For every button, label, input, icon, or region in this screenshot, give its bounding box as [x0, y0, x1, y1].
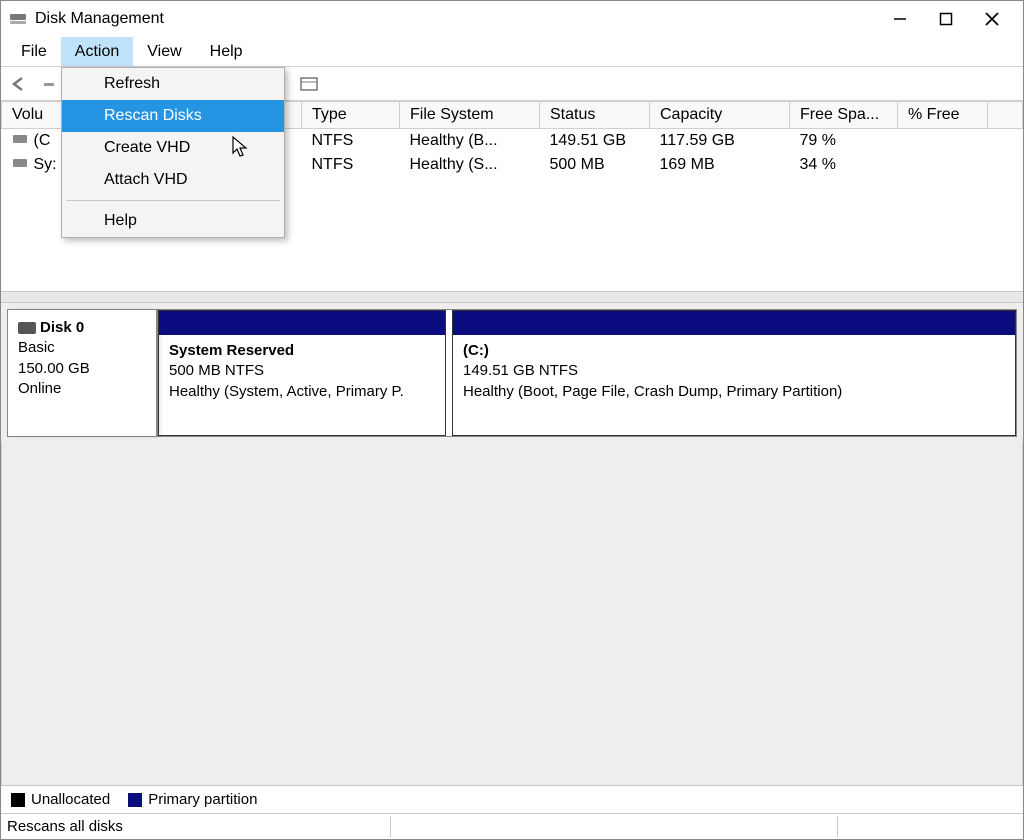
menu-item-create-vhd[interactable]: Create VHD	[62, 132, 284, 164]
volume-icon	[12, 156, 28, 174]
menu-item-rescan-disks[interactable]: Rescan Disks	[62, 100, 284, 132]
statusbar-segment	[390, 816, 570, 837]
disk-kind: Basic	[18, 338, 146, 358]
menu-view[interactable]: View	[133, 37, 195, 66]
cell-volume: Sy:	[34, 156, 57, 174]
disk-icon	[18, 322, 36, 334]
swatch-primary	[128, 793, 142, 807]
statusbar-text: Rescans all disks	[7, 818, 123, 835]
col-end[interactable]	[988, 102, 1023, 129]
cell-capacity: 149.51 GB	[540, 129, 650, 154]
app-icon	[9, 10, 27, 28]
col-fs[interactable]: File System	[400, 102, 540, 129]
menu-item-attach-vhd[interactable]: Attach VHD	[62, 164, 284, 196]
col-capacity[interactable]: Capacity	[650, 102, 790, 129]
minimize-icon	[893, 12, 907, 26]
cell-pfree: 79 %	[790, 129, 898, 154]
legend-unallocated-label: Unallocated	[31, 791, 110, 808]
disk-state: Online	[18, 379, 146, 399]
partition-title: (C:)	[463, 341, 1005, 361]
menu-item-refresh[interactable]: Refresh	[62, 68, 284, 100]
menu-item-help[interactable]: Help	[62, 205, 284, 237]
partition-status: Healthy (System, Active, Primary P.	[169, 382, 435, 402]
menu-file[interactable]: File	[7, 37, 61, 66]
maximize-button[interactable]	[923, 4, 969, 34]
minimize-button[interactable]	[877, 4, 923, 34]
window-title: Disk Management	[35, 10, 164, 28]
cell-pfree: 34 %	[790, 153, 898, 177]
partition-size: 149.51 GB NTFS	[463, 361, 1005, 381]
disk-size: 150.00 GB	[18, 359, 146, 379]
pane-splitter[interactable]	[1, 291, 1023, 303]
cell-fs: NTFS	[302, 129, 400, 154]
menu-separator	[66, 200, 280, 201]
partition-c[interactable]: (C:) 149.51 GB NTFS Healthy (Boot, Page …	[452, 310, 1016, 436]
partition-title: System Reserved	[169, 341, 435, 361]
disk-graphical-pane: Disk 0 Basic 150.00 GB Online System Res…	[1, 303, 1023, 785]
cell-volume: (C	[34, 132, 51, 150]
maximize-icon	[939, 12, 953, 26]
cell-status: Healthy (B...	[400, 129, 540, 154]
statusbar-segment	[837, 816, 1017, 837]
properties-button[interactable]	[299, 74, 319, 94]
disk-name: Disk 0	[40, 319, 84, 336]
close-button[interactable]	[969, 4, 1015, 34]
cell-free: 117.59 GB	[650, 129, 790, 154]
legend: Unallocated Primary partition	[1, 785, 1023, 813]
disk-row[interactable]: Disk 0 Basic 150.00 GB Online System Res…	[7, 309, 1017, 437]
back-button[interactable]	[9, 74, 29, 94]
swatch-unallocated	[11, 793, 25, 807]
arrow-left-icon	[10, 75, 28, 93]
graphical-empty-area	[1, 443, 1023, 785]
legend-primary-label: Primary partition	[148, 791, 257, 808]
action-dropdown: Refresh Rescan Disks Create VHD Attach V…	[61, 67, 285, 238]
toolbar-spacer-icon	[39, 74, 59, 94]
cell-capacity: 500 MB	[540, 153, 650, 177]
disk-info: Disk 0 Basic 150.00 GB Online	[8, 310, 158, 436]
cell-free: 169 MB	[650, 153, 790, 177]
partition-header	[453, 311, 1015, 335]
titlebar: Disk Management	[1, 1, 1023, 37]
cell-status: Healthy (S...	[400, 153, 540, 177]
legend-unallocated: Unallocated	[11, 791, 110, 808]
close-icon	[984, 11, 1000, 27]
volume-icon	[12, 132, 28, 150]
col-pfree[interactable]: % Free	[898, 102, 988, 129]
partition-system-reserved[interactable]: System Reserved 500 MB NTFS Healthy (Sys…	[158, 310, 446, 436]
menu-help[interactable]: Help	[196, 37, 257, 66]
col-status[interactable]: Status	[540, 102, 650, 129]
legend-primary: Primary partition	[128, 791, 257, 808]
menu-action[interactable]: Action	[61, 37, 133, 66]
col-free[interactable]: Free Spa...	[790, 102, 898, 129]
properties-icon	[300, 77, 318, 91]
col-type[interactable]: Type	[302, 102, 400, 129]
partition-size: 500 MB NTFS	[169, 361, 435, 381]
partition-header	[159, 311, 445, 335]
partition-status: Healthy (Boot, Page File, Crash Dump, Pr…	[463, 382, 1005, 402]
cell-fs: NTFS	[302, 153, 400, 177]
statusbar: Rescans all disks	[1, 813, 1023, 839]
menubar: File Action View Help	[1, 37, 1023, 67]
